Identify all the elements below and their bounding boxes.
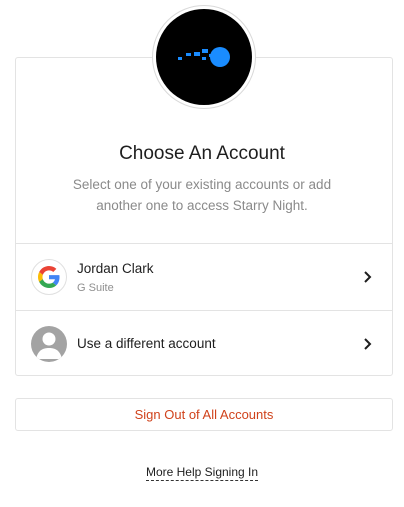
use-different-account-row[interactable]: Use a different account [15, 310, 393, 377]
account-provider: G Suite [77, 282, 114, 294]
page-subtitle: Select one of your existing accounts or … [72, 177, 332, 213]
logo-badge [152, 5, 256, 109]
sign-out-all-button[interactable]: Sign Out of All Accounts [15, 398, 393, 431]
account-row-jordan-clark[interactable]: Jordan Clark G Suite [15, 243, 393, 310]
more-help-link[interactable]: More Help Signing In [145, 465, 259, 481]
account-name: Jordan Clark [77, 261, 154, 276]
starry-night-logo-icon [156, 9, 252, 105]
google-icon [31, 259, 67, 295]
use-different-account-label: Use a different account [77, 336, 216, 351]
page-title: Choose An Account [119, 143, 285, 164]
chevron-right-icon [364, 338, 372, 350]
help-link-container: More Help Signing In [0, 463, 404, 481]
chevron-right-icon [364, 271, 372, 283]
user-avatar-icon [31, 326, 67, 362]
